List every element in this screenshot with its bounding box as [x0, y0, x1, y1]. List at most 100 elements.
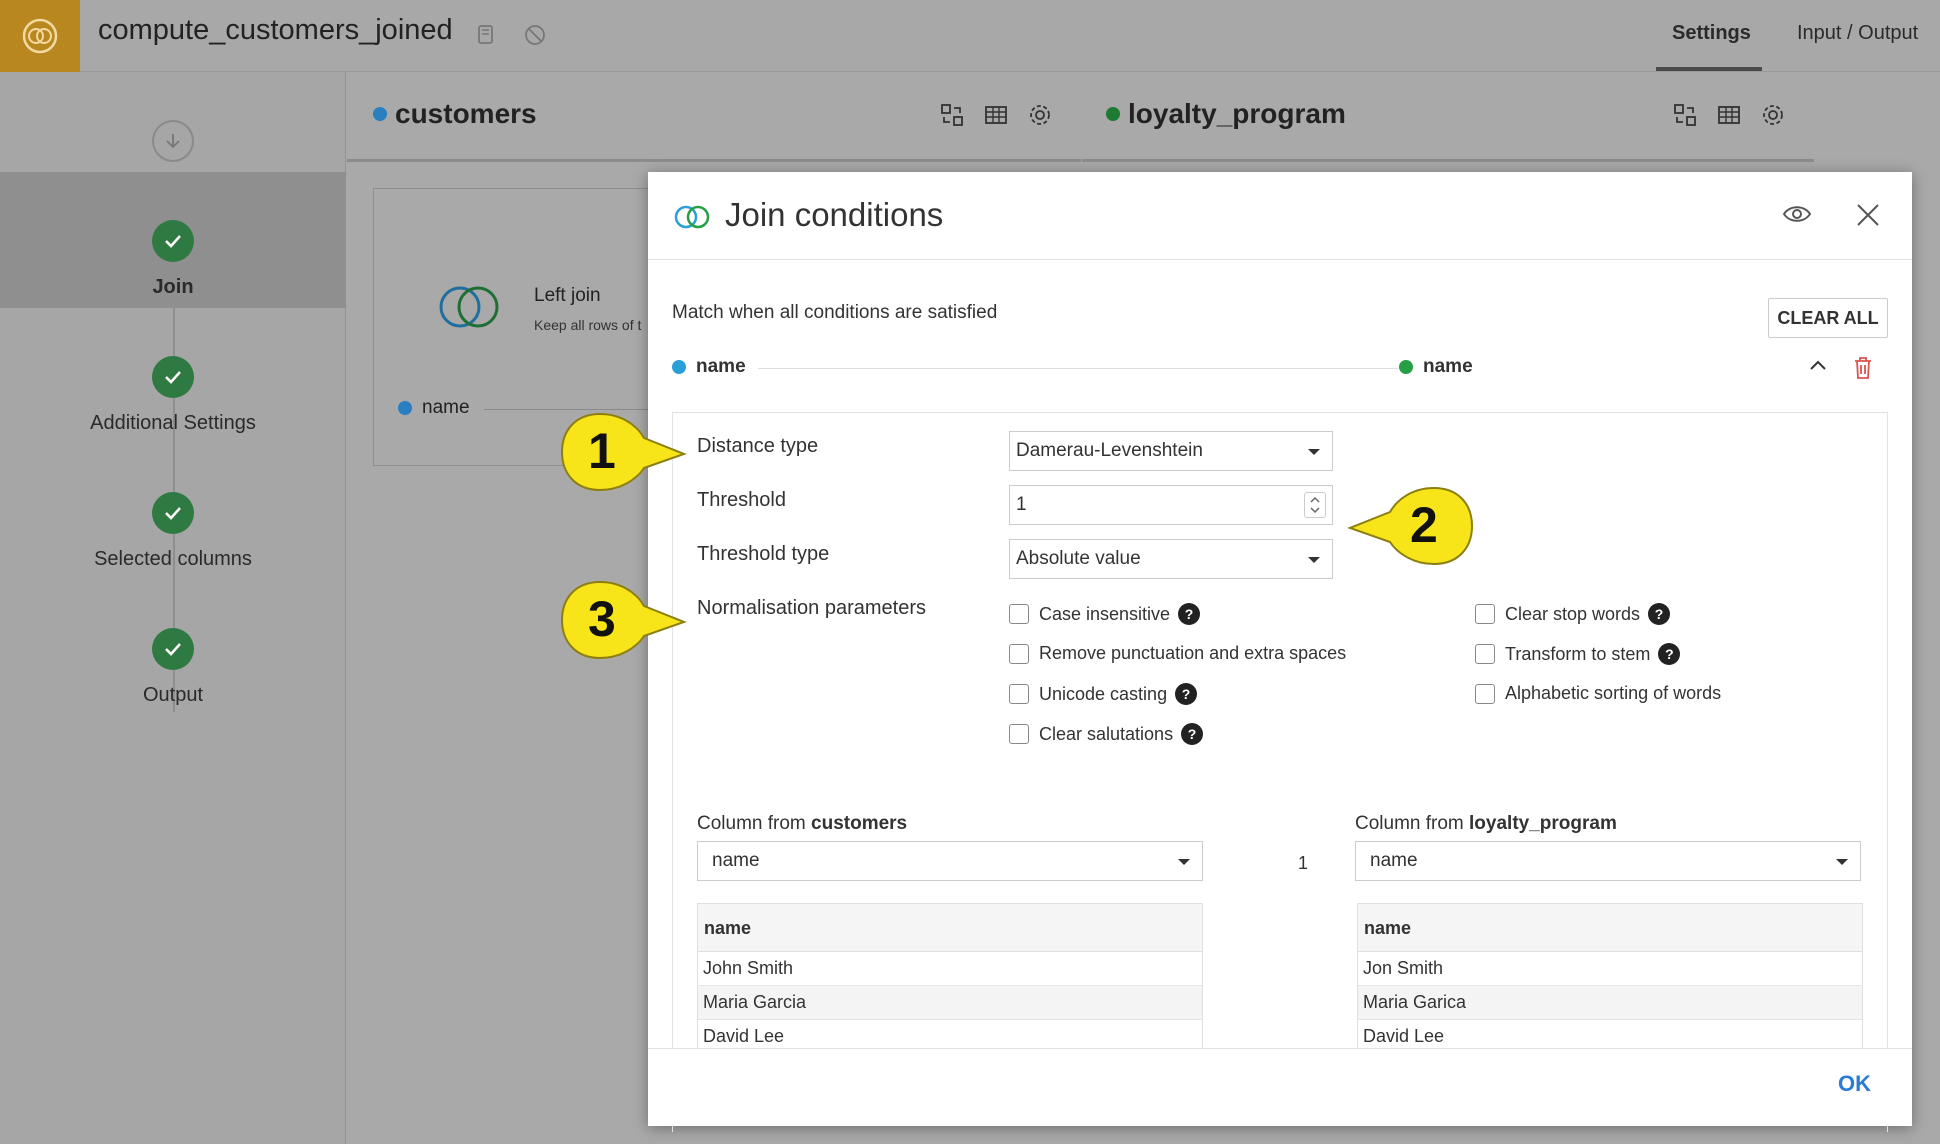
checkbox[interactable]: [1009, 643, 1029, 664]
option-label: Case insensitive: [1039, 603, 1171, 624]
join-icon: [674, 205, 710, 229]
copy-icon[interactable]: [473, 22, 499, 48]
table-row: Jon Smith: [1358, 952, 1862, 986]
swap-columns-icon[interactable]: [939, 102, 965, 128]
help-icon[interactable]: ?: [1178, 603, 1201, 625]
dataset-name-left[interactable]: customers: [373, 98, 537, 130]
clear-all-button[interactable]: CLEAR ALL: [1768, 298, 1888, 338]
caret-down-icon: [1308, 557, 1320, 563]
option-unicode-casting[interactable]: Unicode casting ?: [1009, 683, 1198, 705]
option-remove-punctuation[interactable]: Remove punctuation and extra spaces: [1009, 643, 1346, 664]
help-icon[interactable]: ?: [1658, 643, 1681, 665]
swap-columns-icon[interactable]: [1672, 102, 1698, 128]
right-column-value: name: [1370, 850, 1418, 871]
threshold-value: 1: [1016, 494, 1027, 515]
option-label: Clear stop words: [1505, 603, 1641, 624]
right-column-select[interactable]: name: [1355, 841, 1861, 881]
table-icon[interactable]: [983, 102, 1009, 128]
close-icon[interactable]: [1855, 202, 1881, 228]
ok-button[interactable]: OK: [1838, 1071, 1871, 1097]
dataset-dot: [398, 401, 412, 415]
recipe-logo-icon[interactable]: [0, 0, 80, 72]
dataset-name-right[interactable]: loyalty_program: [1106, 98, 1346, 130]
table-row: Maria Garica: [1358, 986, 1862, 1020]
caret-down-icon: [1308, 449, 1320, 455]
checkbox[interactable]: [1009, 724, 1029, 744]
nav-step-label: Join: [152, 276, 194, 298]
callout-bubble-icon: [560, 580, 687, 660]
checkbox[interactable]: [1009, 604, 1029, 624]
option-clear-salutations[interactable]: Clear salutations ?: [1009, 723, 1204, 745]
tab-input-output[interactable]: Input / Output: [1797, 22, 1918, 45]
callout-number: 3: [588, 591, 616, 647]
checkbox[interactable]: [1009, 684, 1029, 704]
join-card-column-name: name: [422, 397, 470, 418]
arrow-down-icon[interactable]: [152, 120, 194, 162]
condition-right-name: name: [1423, 356, 1473, 377]
check-icon: [152, 356, 194, 398]
distance-type-value: Damerau-Levenshtein: [1016, 440, 1203, 461]
left-preview-table: name John Smith Maria Garcia David Lee: [697, 903, 1203, 1055]
left-column-select[interactable]: name: [697, 841, 1203, 881]
match-count: 1: [1298, 853, 1309, 873]
threshold-type-label: Threshold type: [697, 543, 830, 565]
left-column-value: name: [712, 850, 760, 871]
distance-type-select[interactable]: Damerau-Levenshtein: [1009, 431, 1333, 471]
option-clear-stop-words[interactable]: Clear stop words ?: [1475, 603, 1671, 625]
checkbox[interactable]: [1475, 604, 1495, 624]
callout-number: 2: [1410, 497, 1438, 553]
chevron-up-icon[interactable]: [1808, 358, 1828, 372]
nav-step-label: Output: [142, 684, 204, 706]
dataset-actions-right: [1672, 102, 1786, 128]
threshold-input[interactable]: 1: [1009, 485, 1333, 525]
threshold-type-value: Absolute value: [1016, 548, 1141, 569]
dataset-header-left: customers: [347, 72, 1081, 162]
join-conditions-modal: Join conditions Match when all condition…: [648, 172, 1912, 1132]
option-alphabetic-sorting[interactable]: Alphabetic sorting of words: [1475, 683, 1721, 704]
table-row: John Smith: [698, 952, 1202, 986]
help-icon[interactable]: ?: [1175, 683, 1198, 705]
disabled-icon[interactable]: [522, 22, 548, 48]
help-icon[interactable]: ?: [1181, 723, 1204, 745]
option-label: Clear salutations: [1039, 723, 1174, 744]
table-header: name: [698, 904, 1202, 952]
dataset-header-right: loyalty_program: [1082, 72, 1814, 162]
nav-step-join[interactable]: Join: [0, 220, 346, 299]
distance-type-label: Distance type: [697, 435, 819, 457]
tab-settings[interactable]: Settings: [1672, 22, 1751, 45]
nav-step-additional-settings[interactable]: Additional Settings: [0, 356, 346, 435]
modal-title: Join conditions: [725, 196, 944, 233]
modal-header: Join conditions: [648, 172, 1912, 260]
caret-down-icon: [1836, 859, 1848, 865]
nav-step-output[interactable]: Output: [0, 628, 346, 707]
option-label: Transform to stem: [1505, 643, 1651, 664]
option-case-insensitive[interactable]: Case insensitive ?: [1009, 603, 1201, 625]
condition-left-column: name: [672, 356, 746, 378]
callout-2: 2: [1346, 484, 1476, 575]
number-stepper[interactable]: [1304, 492, 1326, 518]
nav-step-selected-columns[interactable]: Selected columns: [0, 492, 346, 571]
checkbox[interactable]: [1475, 644, 1495, 664]
threshold-type-select[interactable]: Absolute value: [1009, 539, 1333, 579]
dataset-dot: [1399, 360, 1413, 374]
callout-3: 3: [558, 578, 688, 669]
condition-row[interactable]: name name: [672, 348, 1888, 388]
eye-icon[interactable]: [1782, 202, 1812, 226]
modal-footer: OK: [648, 1048, 1912, 1126]
recipe-title[interactable]: compute_customers_joined: [98, 14, 453, 47]
help-icon[interactable]: ?: [1648, 603, 1671, 625]
stepper-arrows-icon[interactable]: [1305, 493, 1325, 517]
check-icon: [152, 628, 194, 670]
threshold-label: Threshold: [697, 489, 786, 511]
join-type-title: Left join: [534, 285, 601, 306]
trash-icon[interactable]: [1852, 356, 1874, 380]
left-column-label: Column from customers: [697, 813, 907, 835]
option-transform-to-stem[interactable]: Transform to stem ?: [1475, 643, 1681, 665]
gear-icon[interactable]: [1760, 102, 1786, 128]
condition-connector: [758, 368, 1398, 369]
check-icon: [152, 492, 194, 534]
checkbox[interactable]: [1475, 683, 1495, 704]
gear-icon[interactable]: [1027, 102, 1053, 128]
dataset-name-text: loyalty_program: [1128, 98, 1346, 129]
table-icon[interactable]: [1716, 102, 1742, 128]
